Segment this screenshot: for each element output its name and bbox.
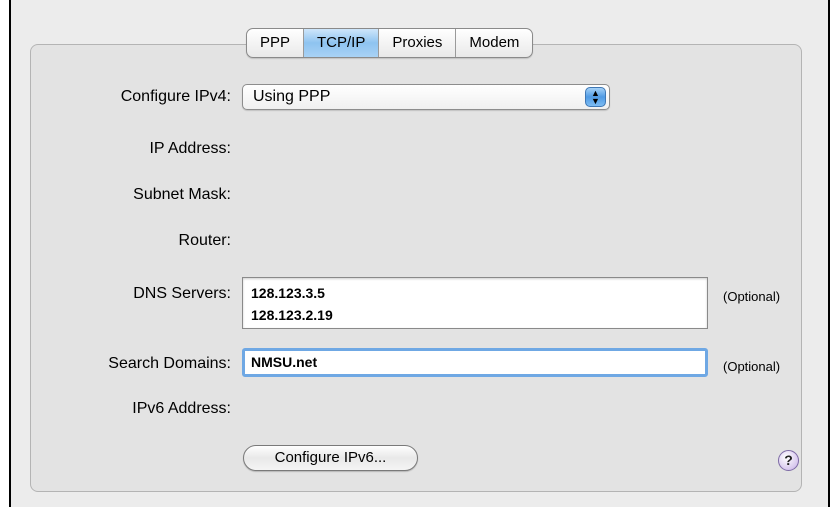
ipv6-address-label: IPv6 Address: (132, 400, 231, 417)
tab-modem[interactable]: Modem (456, 29, 532, 57)
tab-proxies[interactable]: Proxies (379, 29, 457, 57)
search-domains-field[interactable]: NMSU.net (242, 348, 708, 377)
subnet-mask-label: Subnet Mask: (133, 186, 231, 203)
router-label: Router: (178, 232, 231, 249)
dns-servers-field[interactable]: 128.123.3.5 128.123.2.19 (242, 277, 708, 329)
dns-servers-label: DNS Servers: (133, 285, 231, 302)
dns-optional-note: (Optional) (723, 289, 781, 304)
configure-ipv4-popup[interactable]: Using PPP ▲ ▼ (242, 84, 610, 110)
configure-ipv4-value: Using PPP (253, 88, 331, 105)
search-domains-optional-note: (Optional) (723, 359, 781, 374)
help-icon[interactable]: ? (778, 450, 799, 471)
ip-address-label: IP Address: (149, 140, 231, 157)
dns-server-entry: 128.123.3.5 (251, 285, 325, 301)
configure-ipv4-label: Configure IPv4: (120, 88, 231, 105)
dns-server-entry: 128.123.2.19 (251, 307, 333, 323)
configure-ipv6-button[interactable]: Configure IPv6... (243, 445, 418, 471)
tab-tcpip[interactable]: TCP/IP (304, 29, 380, 57)
tab-ppp[interactable]: PPP (247, 29, 305, 57)
search-domains-label: Search Domains: (108, 355, 231, 372)
up-down-arrows-icon: ▲ ▼ (585, 87, 606, 107)
tcpip-panel (30, 44, 802, 492)
tab-bar: PPP TCP/IP Proxies Modem (246, 28, 534, 58)
